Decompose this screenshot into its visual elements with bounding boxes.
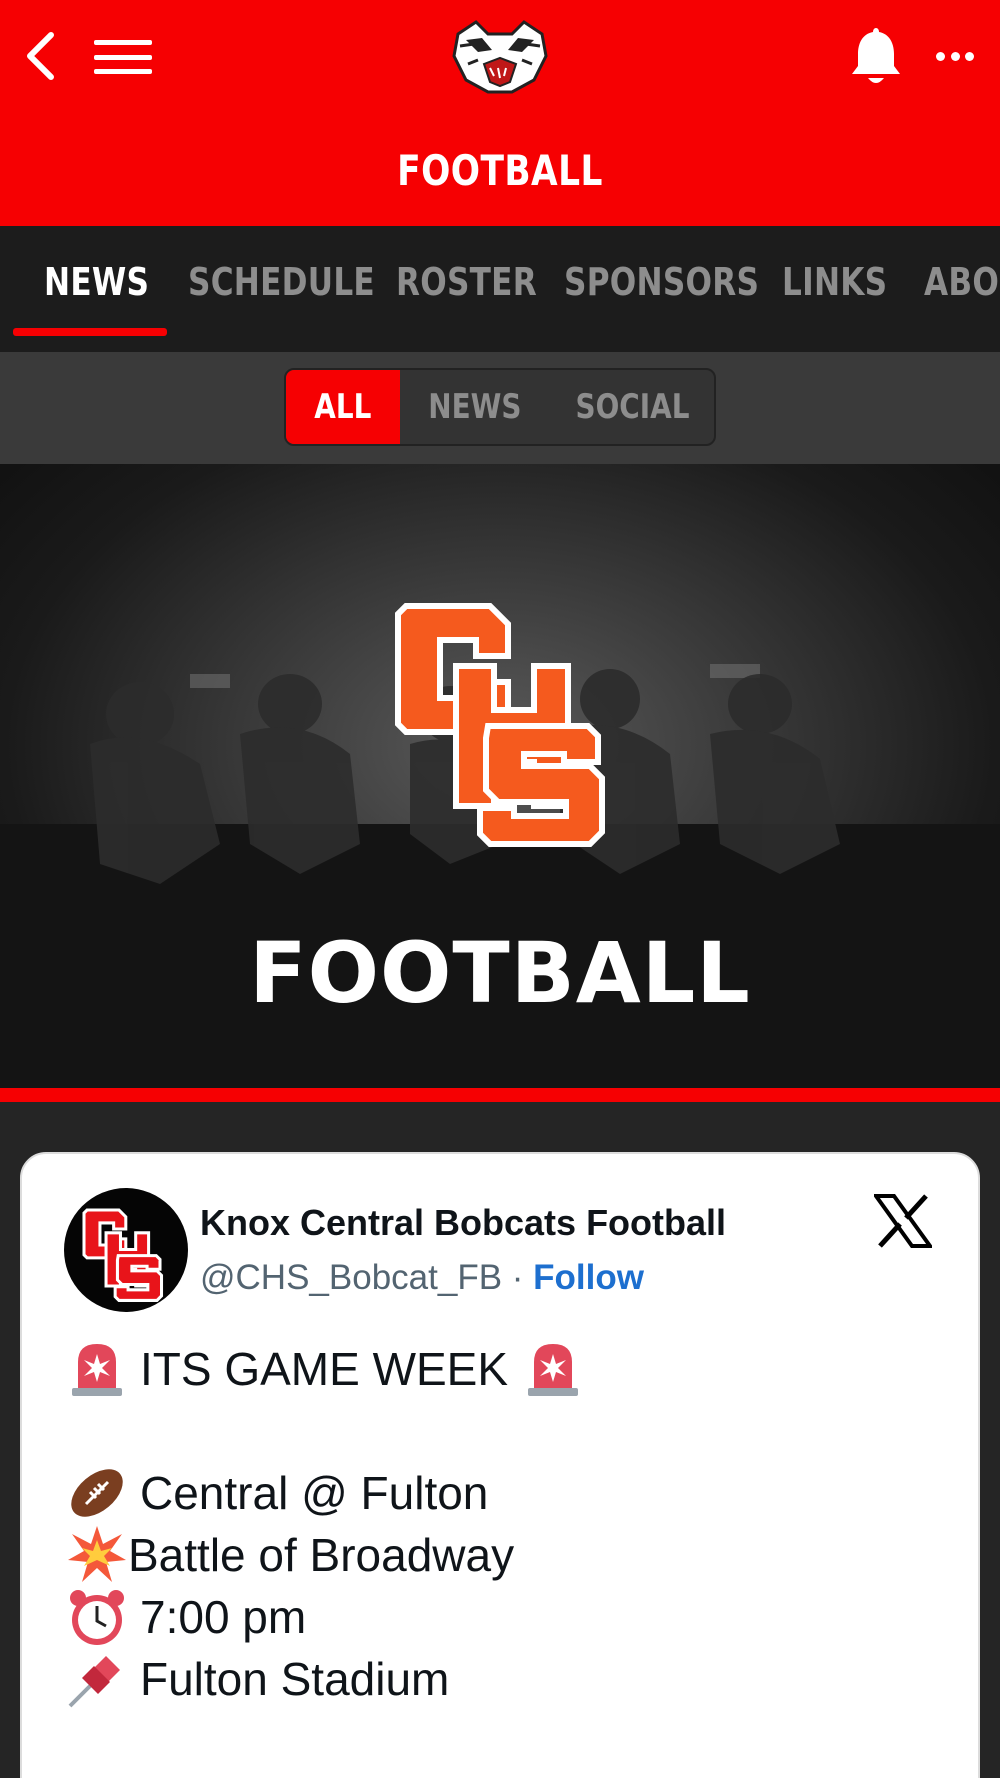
section-tabs: NEWS SCHEDULE ROSTER SPONSORS LINKS ABOU… [0, 226, 1000, 352]
more-button[interactable] [930, 36, 980, 76]
menu-icon [94, 40, 152, 45]
bobcat-logo [448, 16, 552, 96]
app-header: FOOTBALL [0, 0, 1000, 226]
filter-news[interactable]: NEWS [400, 370, 550, 444]
tab-links[interactable]: LINKS [782, 260, 887, 304]
hero-accent-stripe [0, 1088, 1000, 1102]
football-icon [66, 1462, 128, 1524]
tweet-line-text: Central @ Fulton [140, 1467, 489, 1519]
siren-icon [66, 1338, 128, 1400]
follow-link[interactable]: Follow [533, 1258, 644, 1297]
collision-icon [66, 1524, 128, 1586]
filter-all[interactable]: ALL [286, 370, 400, 444]
notifications-button[interactable] [846, 24, 906, 90]
tweet-card[interactable]: Knox Central Bobcats Football @CHS_Bobca… [20, 1152, 980, 1778]
tab-news[interactable]: NEWS [44, 260, 149, 304]
active-tab-indicator [13, 328, 167, 336]
tweet-line: Battle of Broadway [66, 1524, 946, 1586]
tab-roster[interactable]: ROSTER [396, 260, 537, 304]
tweet-handle-row: @CHS_Bobcat_FB · Follow [200, 1258, 644, 1298]
tweet-line: 7:00 pm [66, 1586, 946, 1648]
pushpin-icon [66, 1648, 128, 1710]
menu-button[interactable] [90, 32, 156, 82]
tweet-handle[interactable]: @CHS_Bobcat_FB [200, 1258, 502, 1297]
tweet-body: ITS GAME WEEK Central @ Fulton Battle of… [66, 1338, 946, 1710]
tweet-line: ITS GAME WEEK [66, 1338, 946, 1400]
bell-icon [852, 28, 900, 83]
tweet-line-text: 7:00 pm [140, 1591, 307, 1643]
alarm-clock-icon [66, 1586, 128, 1648]
more-icon [936, 51, 945, 61]
siren-icon [522, 1338, 584, 1400]
avatar[interactable] [64, 1188, 188, 1312]
tweet-line-text: ITS GAME WEEK [140, 1343, 509, 1395]
page-title: FOOTBALL [397, 146, 603, 195]
filter-segmented-control: ALL NEWS SOCIAL [284, 368, 716, 446]
tweet-author-name[interactable]: Knox Central Bobcats Football [200, 1202, 726, 1244]
filter-social[interactable]: SOCIAL [550, 370, 714, 444]
hero-title: FOOTBALL [249, 924, 751, 1022]
tweet-line: Fulton Stadium [66, 1648, 946, 1710]
tweet-line-text: Fulton Stadium [140, 1653, 450, 1705]
separator-dot: · [511, 1258, 524, 1297]
tweet-line: Central @ Fulton [66, 1462, 946, 1524]
tab-sponsors[interactable]: SPONSORS [564, 260, 759, 304]
tab-about[interactable]: ABOUT [924, 260, 1000, 304]
tweet-line-text: Battle of Broadway [128, 1529, 515, 1581]
x-logo-icon[interactable] [872, 1194, 934, 1248]
hero-banner[interactable]: FOOTBALL [0, 464, 1000, 1088]
filter-bar: ALL NEWS SOCIAL [0, 352, 1000, 464]
tab-schedule[interactable]: SCHEDULE [188, 260, 375, 304]
back-icon [27, 32, 54, 80]
back-button[interactable] [14, 26, 66, 86]
